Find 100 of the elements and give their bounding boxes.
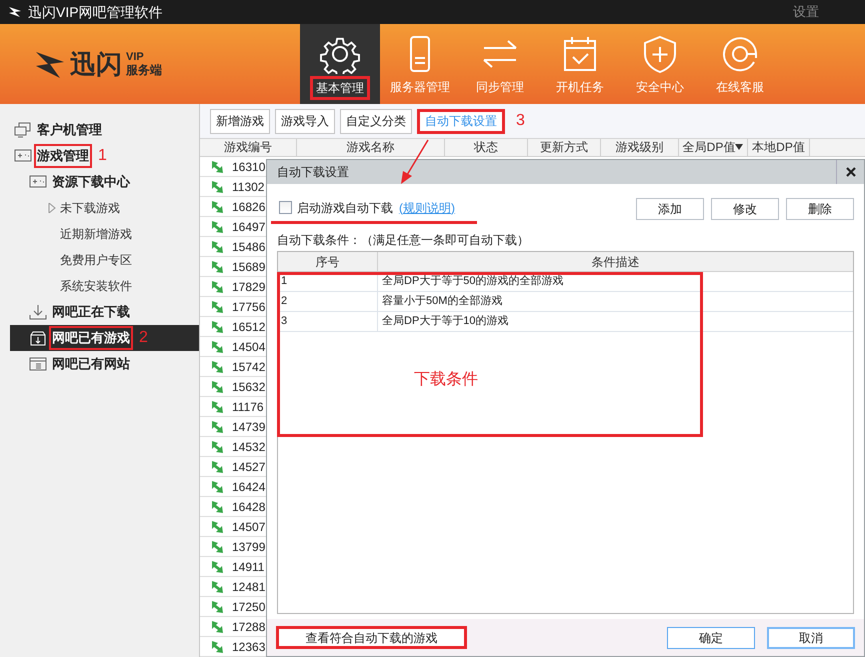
- arrows-icon: [211, 400, 226, 414]
- table-cell-text: 16826: [232, 198, 266, 216]
- table-cell-text: 14911: [232, 558, 264, 576]
- sort-down-icon: [735, 144, 744, 150]
- sidebar-item[interactable]: 网吧已有游戏 2: [10, 325, 199, 351]
- logo-subtitle: 服务端: [126, 64, 162, 77]
- column-header[interactable]: 状态: [474, 140, 498, 154]
- column-header[interactable]: 序号: [316, 252, 340, 270]
- table-cell-text: 12481: [232, 578, 266, 596]
- table-cell-text: 15486: [232, 238, 266, 256]
- arrows-icon: [211, 200, 226, 214]
- dialog-button[interactable]: 删除: [786, 198, 854, 220]
- dialog-button[interactable]: 添加: [636, 198, 704, 220]
- annotation-number: 3: [516, 111, 525, 131]
- sidebar-item[interactable]: 免费用户专区: [0, 247, 199, 273]
- settings-link[interactable]: 设置: [793, 2, 819, 22]
- arrows-icon: [211, 240, 226, 254]
- column-header[interactable]: 游戏编号: [224, 140, 272, 154]
- arrows-icon: [211, 300, 226, 314]
- table-cell-text: 14739: [232, 418, 266, 436]
- arrows-icon: [211, 320, 226, 334]
- column-header[interactable]: 本地DP值: [752, 140, 805, 154]
- arrows-icon: [211, 420, 226, 434]
- arrows-icon: [211, 380, 226, 394]
- window-title: 迅闪VIP网吧管理软件: [28, 2, 163, 22]
- arrows-icon: [211, 440, 226, 454]
- annotation-number: 1: [98, 146, 107, 166]
- logo-vip-text: VIP: [126, 51, 145, 64]
- sidebar-item[interactable]: 游戏管理 1: [0, 143, 199, 169]
- sidebar-item[interactable]: 未下载游戏: [0, 195, 199, 221]
- table-cell-text: 11176: [232, 398, 264, 416]
- toolbar-button[interactable]: 自定义分类: [340, 108, 412, 134]
- table-cell-text: 17288: [232, 618, 266, 636]
- gamepad-icon: [29, 174, 47, 190]
- checkbox-label[interactable]: 启动游戏自动下载: [297, 198, 393, 216]
- table-cell-text: 12363: [232, 638, 266, 656]
- column-header[interactable]: 全局DP值: [682, 140, 736, 154]
- table-cell-text: 16310: [232, 158, 266, 176]
- close-icon: [846, 167, 856, 177]
- conditions-label: 自动下载条件：（满足任意一条即可自动下载）: [277, 232, 530, 249]
- arrows-icon: [211, 460, 226, 474]
- arrows-icon: [211, 180, 226, 194]
- table-cell-text: 14532: [232, 438, 266, 456]
- logo-name: 迅闪: [70, 48, 122, 80]
- arrows-icon: [211, 620, 226, 634]
- annotation-number: 2: [139, 328, 148, 348]
- arrows-icon: [211, 580, 226, 594]
- table-cell-text: 15632: [232, 378, 266, 396]
- table-cell-text: 14504: [232, 338, 266, 356]
- table-cell-text: 2: [281, 294, 288, 310]
- arrows-icon: [211, 480, 226, 494]
- table-cell-text: 16428: [232, 498, 266, 516]
- column-header[interactable]: 更新方式: [540, 140, 588, 154]
- table-cell-text: 13799: [232, 538, 266, 556]
- arrows-icon: [211, 600, 226, 614]
- arrows-icon: [211, 160, 226, 174]
- table-cell-text: 3: [281, 314, 288, 330]
- sidebar-item[interactable]: 近期新增游戏: [0, 221, 199, 247]
- download-icon: [29, 304, 47, 320]
- arrows-icon: [211, 220, 226, 234]
- sidebar-item[interactable]: 客户机管理: [0, 117, 199, 143]
- table-cell-text: 17829: [232, 278, 266, 296]
- chat-ring-icon: [720, 34, 760, 74]
- column-header[interactable]: 条件描述: [592, 252, 640, 270]
- table-cell-text: 11302: [232, 178, 264, 196]
- nav-tab[interactable]: 基本管理: [300, 24, 380, 104]
- arrows-icon: [211, 560, 226, 574]
- arrows-icon: [211, 360, 226, 374]
- table-cell-text: 16497: [232, 218, 266, 236]
- toolbar-button[interactable]: 新增游戏: [210, 108, 270, 134]
- table-cell-text: 全局DP大于等于10的游戏: [382, 314, 509, 330]
- arrows-icon: [211, 260, 226, 274]
- table-cell-text: 14507: [232, 518, 266, 536]
- arrows-icon: [211, 280, 226, 294]
- toolbar-button[interactable]: 游戏导入: [275, 108, 335, 134]
- arrows-icon: [211, 500, 226, 514]
- cancel-button[interactable]: 取消: [767, 626, 855, 648]
- sidebar-item[interactable]: 系统安装软件: [0, 273, 199, 299]
- arrows-icon: [211, 340, 226, 354]
- sidebar-item[interactable]: 网吧正在下载: [0, 299, 199, 325]
- ok-button[interactable]: 确定: [667, 626, 755, 648]
- table-cell-text: 16512: [232, 318, 266, 336]
- column-header[interactable]: 游戏名称: [346, 140, 394, 154]
- column-header[interactable]: 游戏级别: [616, 140, 664, 154]
- table-cell-text: 14527: [232, 458, 266, 476]
- table-cell-text: 容量小于50M的全部游戏: [382, 294, 502, 310]
- arrows-icon: [211, 640, 226, 654]
- browser-window-icon: [29, 356, 47, 372]
- view-matching-button[interactable]: 查看符合自动下载的游戏: [276, 626, 467, 649]
- arrows-icon: [211, 540, 226, 554]
- sidebar-item[interactable]: 网吧已有网站: [0, 351, 199, 377]
- checkbox[interactable]: [279, 201, 292, 214]
- table-cell-text: 16424: [232, 478, 266, 496]
- arrows-icon: [211, 520, 226, 534]
- dialog-button[interactable]: 修改: [711, 198, 779, 220]
- table-cell-text: 17250: [232, 598, 266, 616]
- sidebar-item[interactable]: 资源下载中心: [0, 169, 199, 195]
- table-cell-text: 15689: [232, 258, 266, 276]
- table-cell-text: 1: [281, 274, 288, 290]
- annotation-label: 下载条件: [414, 370, 478, 390]
